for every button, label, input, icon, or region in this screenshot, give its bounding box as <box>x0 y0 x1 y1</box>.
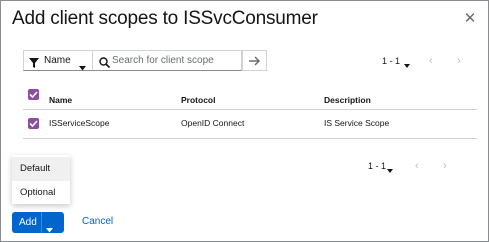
caret-down-icon[interactable] <box>46 220 53 241</box>
next-page-icon[interactable]: › <box>443 160 447 172</box>
button-divider <box>41 212 42 233</box>
search-input[interactable] <box>112 52 238 69</box>
pagination-count-dropdown[interactable]: 1 - 1 <box>382 56 400 66</box>
add-button-label: Add <box>19 217 37 228</box>
filter-attribute-label: Name <box>44 55 71 66</box>
search-submit-button[interactable] <box>242 50 267 71</box>
menu-item-default[interactable]: Default <box>12 157 70 181</box>
cell-protocol: OpenID Connect <box>181 118 245 128</box>
column-header-description[interactable]: Description <box>324 95 371 105</box>
arrow-right-icon <box>249 56 261 66</box>
pagination-count-dropdown[interactable]: 1 - 1 <box>368 161 386 171</box>
caret-down-icon <box>387 165 393 175</box>
cancel-button[interactable]: Cancel <box>82 216 113 227</box>
select-all-checkbox[interactable] <box>28 89 39 100</box>
add-client-scopes-modal: Add client scopes to ISSvcConsumer ✕ Nam… <box>0 0 489 242</box>
next-page-icon[interactable]: › <box>457 55 461 67</box>
cell-name: ISServiceScope <box>49 118 110 128</box>
cell-description: IS Service Scope <box>324 118 390 128</box>
modal-title: Add client scopes to ISSvcConsumer <box>12 8 318 29</box>
add-type-menu: Default Optional <box>12 155 70 204</box>
caret-down-icon <box>79 59 86 79</box>
column-header-name[interactable]: Name <box>49 95 72 105</box>
menu-item-optional[interactable]: Optional <box>12 181 70 205</box>
search-box <box>93 50 242 71</box>
row-checkbox[interactable] <box>28 118 39 129</box>
caret-down-icon <box>404 60 410 70</box>
filter-attribute-dropdown[interactable]: Name <box>23 50 93 71</box>
table-header: Name Protocol Description <box>23 87 477 110</box>
column-header-protocol[interactable]: Protocol <box>181 95 215 105</box>
add-dropdown-button[interactable]: Add <box>12 212 64 233</box>
close-icon[interactable]: ✕ <box>463 11 477 27</box>
table-row: ISServiceScope OpenID Connect IS Service… <box>23 110 477 139</box>
previous-page-icon[interactable]: ‹ <box>429 55 433 67</box>
filter-icon <box>29 56 39 76</box>
previous-page-icon[interactable]: ‹ <box>415 160 419 172</box>
search-icon <box>99 55 111 73</box>
